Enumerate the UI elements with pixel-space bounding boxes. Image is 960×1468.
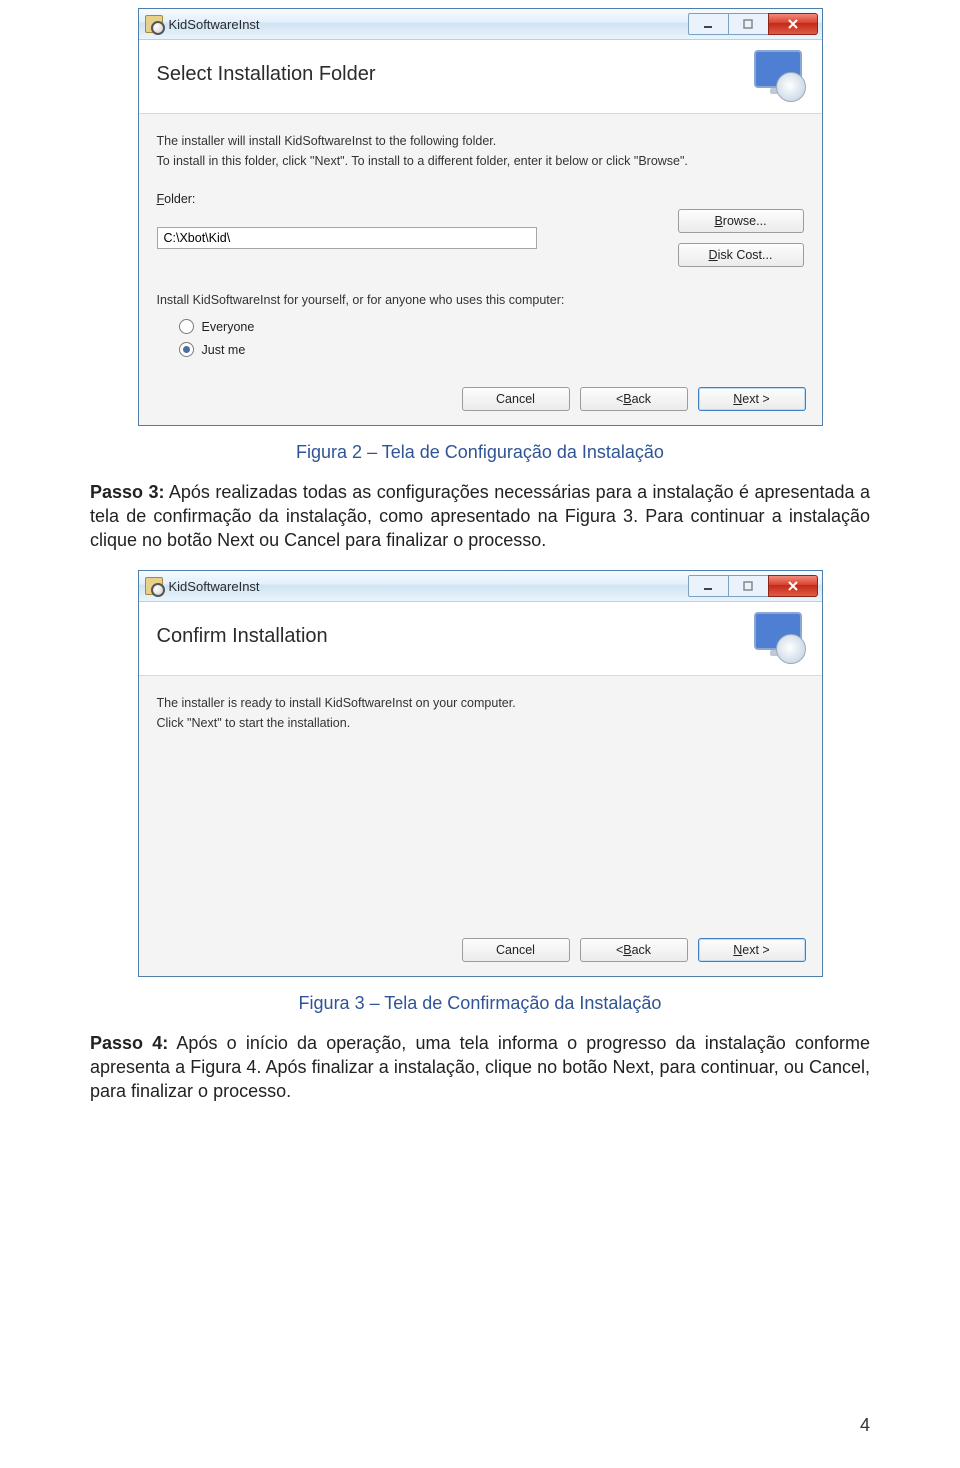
maximize-icon: [743, 19, 753, 29]
close-button[interactable]: [768, 575, 818, 597]
title-bar[interactable]: KidSoftwareInst: [139, 571, 822, 602]
next-button[interactable]: Next >: [698, 387, 806, 411]
maximize-icon: [743, 581, 753, 591]
desc-line-1: The installer is ready to install KidSof…: [157, 696, 804, 710]
body-spacer: [157, 736, 804, 916]
step-4-paragraph: Passo 4: Após o início da operação, uma …: [90, 1032, 870, 1103]
dialog-header: Select Installation Folder: [139, 40, 822, 114]
dialog-headline: Select Installation Folder: [157, 63, 376, 86]
close-icon: [787, 581, 799, 591]
back-button[interactable]: < Back: [580, 938, 688, 962]
radio-label: Everyone: [202, 320, 255, 334]
browse-button[interactable]: Browse...: [678, 209, 804, 233]
folder-row: Browse... Disk Cost...: [157, 209, 804, 267]
step-4-label: Passo 4:: [90, 1033, 168, 1053]
figure-caption-3: Figura 3 – Tela de Confirmação da Instal…: [90, 993, 870, 1014]
minimize-icon: [703, 581, 713, 591]
window-controls: [688, 13, 818, 35]
computer-disc-icon: [748, 50, 804, 100]
radio-label: Just me: [202, 343, 246, 357]
dialog-header: Confirm Installation: [139, 602, 822, 676]
folder-input[interactable]: [157, 227, 537, 249]
installer-dialog-select-folder: KidSoftwareInst Select Installation Fold…: [138, 8, 823, 426]
minimize-button[interactable]: [688, 575, 729, 597]
back-button[interactable]: < Back: [580, 387, 688, 411]
maximize-button[interactable]: [729, 13, 768, 35]
installer-dialog-confirm: KidSoftwareInst Confirm Installation The…: [138, 570, 823, 977]
radio-icon: [179, 319, 194, 334]
close-icon: [787, 19, 799, 29]
next-button[interactable]: Next >: [698, 938, 806, 962]
side-buttons: Browse... Disk Cost...: [678, 209, 804, 267]
install-for-label: Install KidSoftwareInst for yourself, or…: [157, 293, 804, 307]
cancel-button[interactable]: Cancel: [462, 387, 570, 411]
window-title: KidSoftwareInst: [169, 17, 682, 32]
dialog-body: The installer will install KidSoftwareIn…: [139, 114, 822, 375]
computer-disc-icon: [748, 612, 804, 662]
minimize-button[interactable]: [688, 13, 729, 35]
dialog-footer: Cancel < Back Next >: [139, 926, 822, 976]
disk-cost-button[interactable]: Disk Cost...: [678, 243, 804, 267]
radio-just-me[interactable]: Just me: [179, 342, 804, 357]
step-3-paragraph: Passo 3: Após realizadas todas as config…: [90, 481, 870, 552]
close-button[interactable]: [768, 13, 818, 35]
folder-section: Folder: Browse... Disk Cost...: [157, 192, 804, 267]
dialog-body: The installer is ready to install KidSof…: [139, 676, 822, 926]
desc-line-1: The installer will install KidSoftwareIn…: [157, 134, 804, 148]
figure-caption-2: Figura 2 – Tela de Configuração da Insta…: [90, 442, 870, 463]
title-bar[interactable]: KidSoftwareInst: [139, 9, 822, 40]
install-for-section: Install KidSoftwareInst for yourself, or…: [157, 293, 804, 357]
document-page: KidSoftwareInst Select Installation Fold…: [0, 8, 960, 1468]
desc-line-2: Click "Next" to start the installation.: [157, 716, 804, 730]
folder-label: Folder:: [157, 192, 804, 206]
radio-group: Everyone Just me: [179, 319, 804, 357]
step-3-text: Após realizadas todas as configurações n…: [90, 482, 870, 550]
desc-line-2: To install in this folder, click "Next".…: [157, 154, 804, 168]
minimize-icon: [703, 19, 713, 29]
step-3-label: Passo 3:: [90, 482, 164, 502]
dialog-headline: Confirm Installation: [157, 625, 328, 648]
maximize-button[interactable]: [729, 575, 768, 597]
installer-icon: [145, 577, 163, 595]
step-4-text: Após o início da operação, uma tela info…: [90, 1033, 870, 1101]
window-title: KidSoftwareInst: [169, 579, 682, 594]
installer-icon: [145, 15, 163, 33]
radio-icon: [179, 342, 194, 357]
page-number: 4: [860, 1415, 870, 1436]
radio-everyone[interactable]: Everyone: [179, 319, 804, 334]
window-controls: [688, 575, 818, 597]
dialog-footer: Cancel < Back Next >: [139, 375, 822, 425]
cancel-button[interactable]: Cancel: [462, 938, 570, 962]
